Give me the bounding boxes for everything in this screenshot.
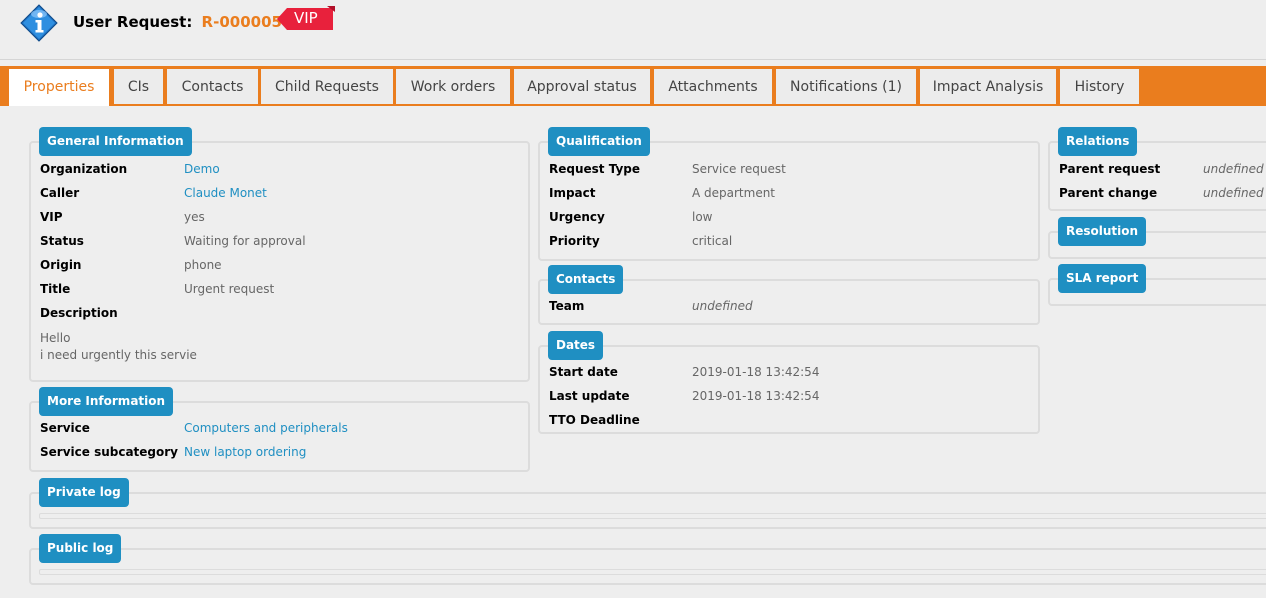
vip-badge-label: VIP — [294, 9, 318, 27]
parent-change-value: undefined — [1203, 186, 1264, 200]
origin-label: Origin — [40, 258, 82, 272]
organization-value[interactable]: Demo — [184, 162, 220, 176]
status-value: Waiting for approval — [184, 234, 306, 248]
urgency-label: Urgency — [549, 210, 605, 224]
title-value: Urgent request — [184, 282, 275, 296]
status-label: Status — [40, 234, 84, 248]
tto-deadline-label: TTO Deadline — [549, 413, 640, 427]
dates-legend: Dates — [548, 331, 604, 360]
parent-request-value: undefined — [1203, 162, 1264, 176]
tab-impact-analysis[interactable]: Impact Analysis — [920, 69, 1056, 104]
last-update-value: 2019-01-18 13:42:54 — [692, 389, 820, 403]
start-date-label: Start date — [549, 365, 618, 379]
service-subcategory-value[interactable]: New laptop ordering — [184, 445, 306, 459]
tab-cis[interactable]: CIs — [114, 69, 163, 104]
tab-properties[interactable]: Properties — [9, 69, 109, 106]
qualification-panel — [538, 141, 1040, 261]
sla-report-legend: SLA report — [1058, 264, 1147, 293]
priority-label: Priority — [549, 234, 600, 248]
tab-attachments[interactable]: Attachments — [654, 69, 772, 104]
last-update-label: Last update — [549, 389, 630, 403]
caller-label: Caller — [40, 186, 80, 200]
tab-contacts[interactable]: Contacts — [167, 69, 258, 104]
team-value: undefined — [692, 299, 753, 313]
private-log-legend: Private log — [39, 478, 129, 507]
title-prefix: User Request: — [73, 13, 193, 31]
urgency-value: low — [692, 210, 713, 224]
parent-request-label: Parent request — [1059, 162, 1161, 176]
tab-notifications[interactable]: Notifications (1) — [776, 69, 916, 104]
vip-label: VIP — [40, 210, 63, 224]
contacts-legend: Contacts — [548, 265, 624, 294]
tab-work-orders[interactable]: Work orders — [396, 69, 510, 104]
private-log-entry-area[interactable] — [39, 513, 1266, 519]
origin-value: phone — [184, 258, 222, 272]
resolution-legend: Resolution — [1058, 217, 1147, 246]
parent-change-label: Parent change — [1059, 186, 1158, 200]
general-information-panel — [29, 141, 530, 382]
description-line: i need urgently this servie — [40, 348, 197, 362]
description-line: Hello — [40, 331, 71, 345]
vip-badge: VIP — [277, 6, 335, 32]
public-log-panel — [29, 548, 1266, 585]
relations-legend: Relations — [1058, 127, 1138, 156]
vip-value: yes — [184, 210, 205, 224]
page-header: User Request: R-000005 VIP — [0, 0, 1266, 48]
tab-child-requests[interactable]: Child Requests — [261, 69, 393, 104]
title-label: Title — [40, 282, 71, 296]
request-type-value: Service request — [692, 162, 786, 176]
tab-history[interactable]: History — [1060, 69, 1139, 104]
service-value[interactable]: Computers and peripherals — [184, 421, 348, 435]
page-title: User Request: R-000005 — [73, 13, 282, 31]
qualification-legend: Qualification — [548, 127, 650, 156]
service-subcategory-label: Service subcategory — [40, 445, 178, 459]
tab-bar: Properties CIs Contacts Child Requests W… — [0, 66, 1266, 106]
info-icon — [20, 4, 58, 42]
tab-approval-status[interactable]: Approval status — [514, 69, 650, 104]
private-log-panel — [29, 492, 1266, 529]
organization-label: Organization — [40, 162, 128, 176]
service-label: Service — [40, 421, 90, 435]
request-ref: R-000005 — [201, 13, 282, 31]
start-date-value: 2019-01-18 13:42:54 — [692, 365, 820, 379]
team-label: Team — [549, 299, 585, 313]
header-divider — [0, 59, 1266, 60]
description-label: Description — [40, 306, 118, 320]
caller-value[interactable]: Claude Monet — [184, 186, 267, 200]
public-log-entry-area[interactable] — [39, 569, 1266, 575]
impact-value: A department — [692, 186, 776, 200]
impact-label: Impact — [549, 186, 596, 200]
more-information-legend: More Information — [39, 387, 174, 416]
general-information-legend: General Information — [39, 127, 192, 156]
request-type-label: Request Type — [549, 162, 641, 176]
public-log-legend: Public log — [39, 534, 122, 563]
priority-value: critical — [692, 234, 733, 248]
